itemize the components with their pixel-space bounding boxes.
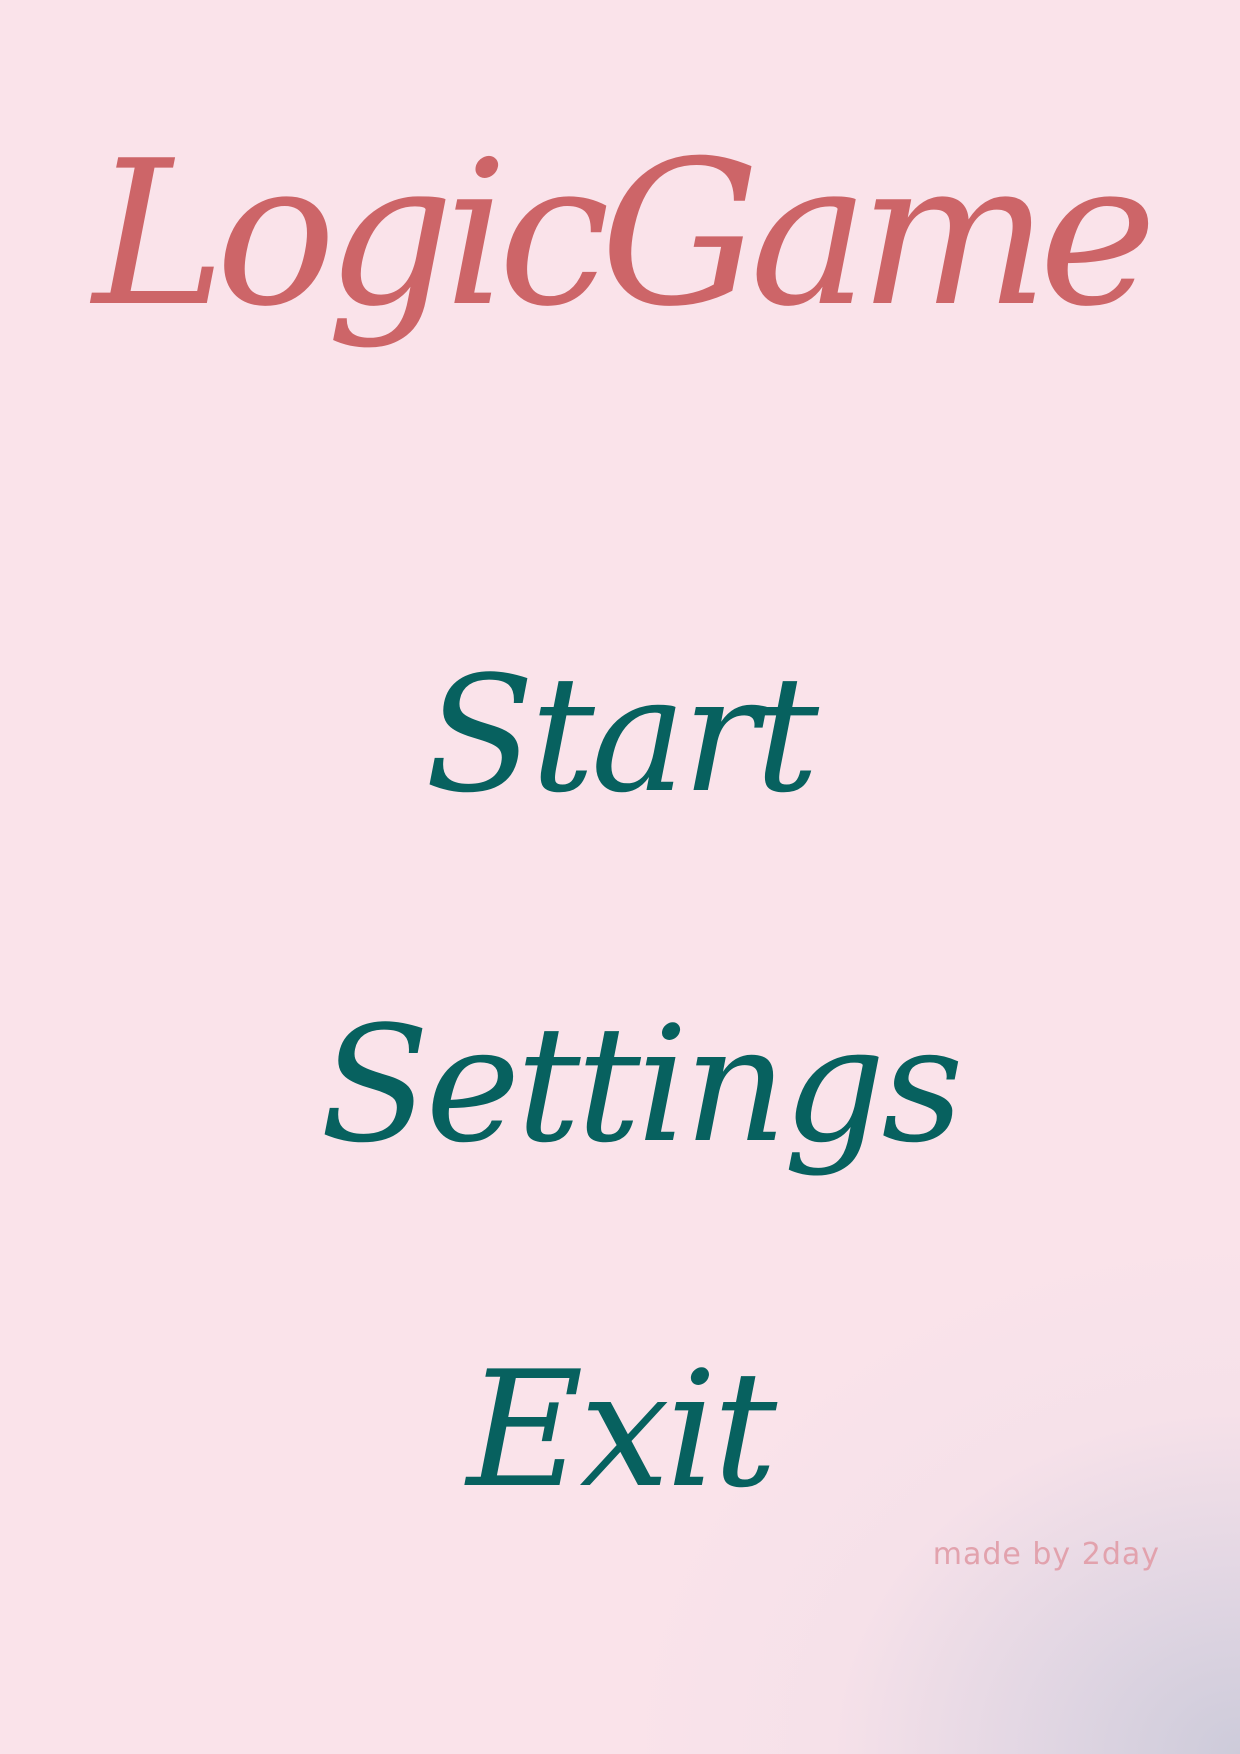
author-credit: made by 2day xyxy=(932,1537,1160,1572)
start-button[interactable]: Start xyxy=(320,655,920,815)
main-menu: Start Settings Exit xyxy=(0,0,1240,1754)
exit-button[interactable]: Exit xyxy=(320,1350,920,1510)
settings-button[interactable]: Settings xyxy=(320,1005,964,1165)
main-menu-screen: LogicGame Start Settings Exit made by 2d… xyxy=(0,0,1240,1754)
